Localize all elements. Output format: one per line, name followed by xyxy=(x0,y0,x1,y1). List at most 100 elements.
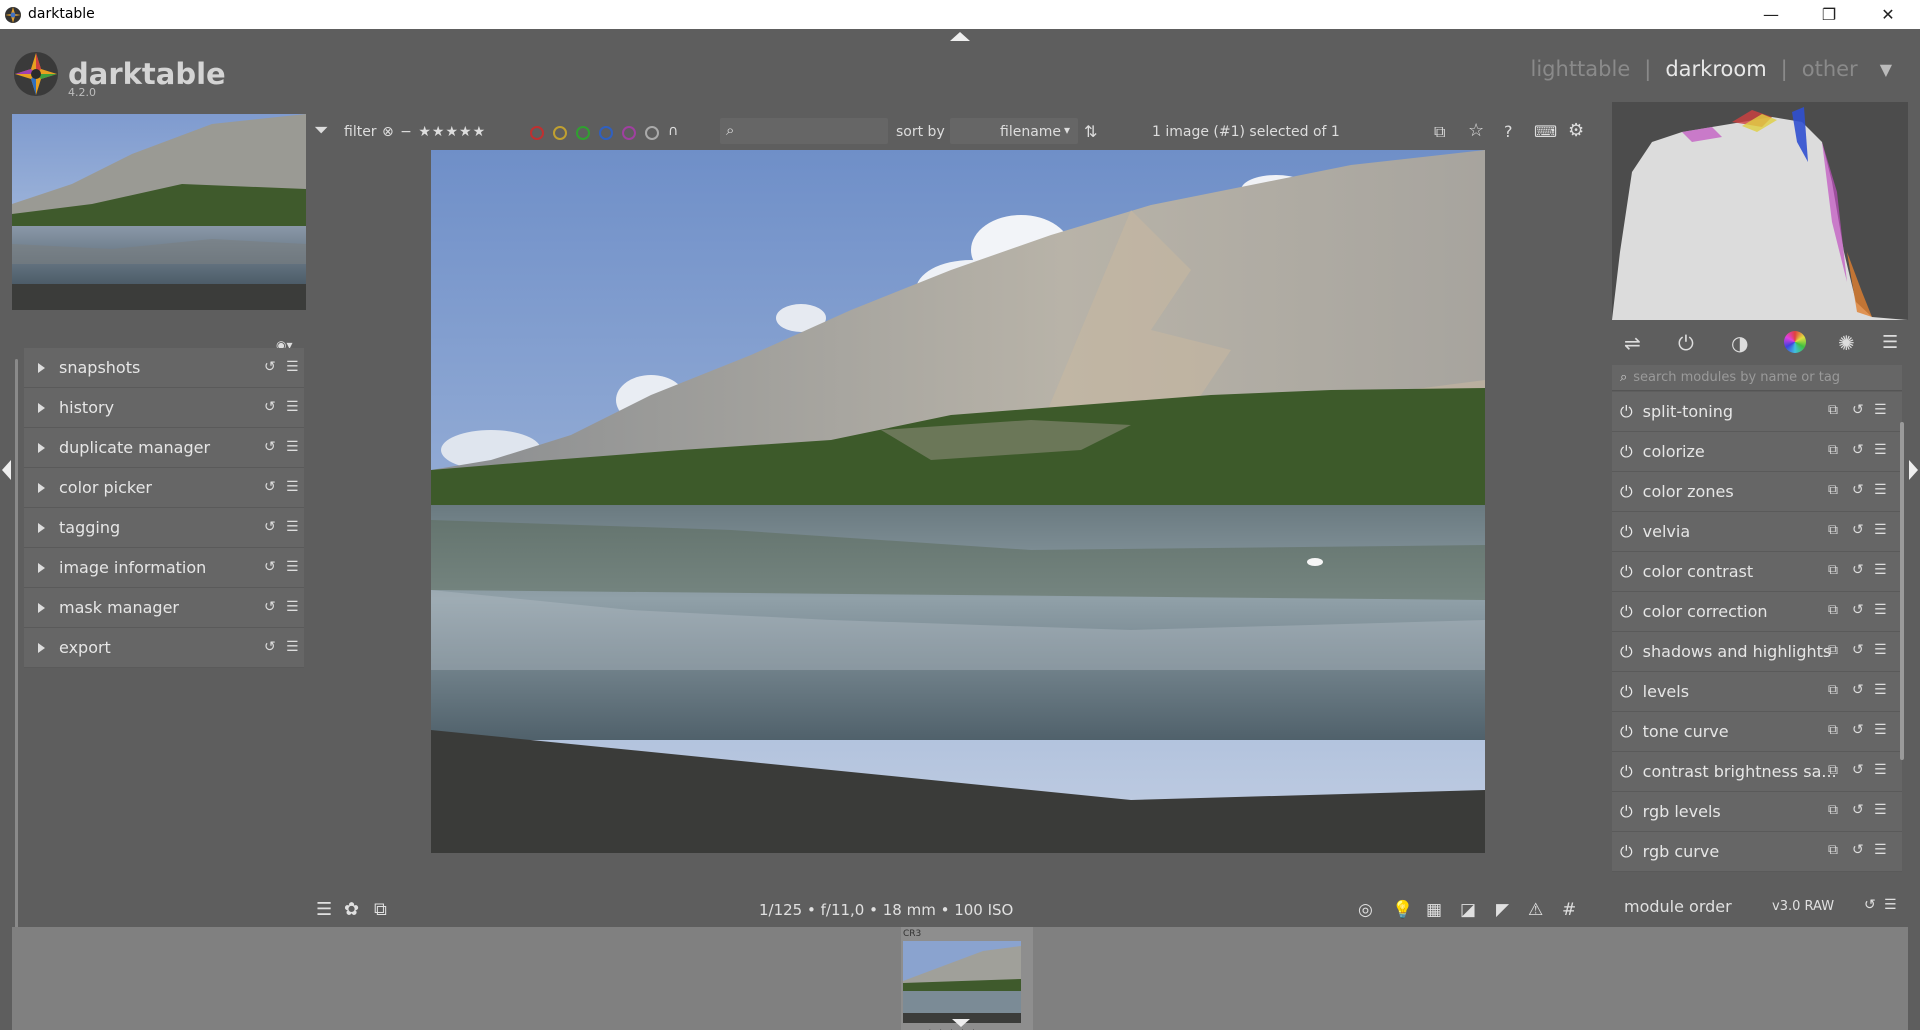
reset-icon[interactable]: ↺ xyxy=(1852,522,1864,538)
gamut-check-icon[interactable]: ⚠ xyxy=(1528,900,1543,920)
reset-icon[interactable]: ↺ xyxy=(1852,562,1864,578)
color-label-blue[interactable] xyxy=(599,126,613,140)
effect-group-icon[interactable]: ✺ xyxy=(1838,331,1855,355)
module-contrast-brightness-saturation[interactable]: ⏻ contrast brightness sa... ⧉ ↺ ☰ xyxy=(1612,752,1902,792)
collapse-left-arrow-icon[interactable] xyxy=(2,460,11,480)
module-shadows-and-highlights[interactable]: ⏻ shadows and highlights ⧉ ↺ ☰ xyxy=(1612,632,1902,672)
presets-menu-icon[interactable]: ☰ xyxy=(286,359,299,375)
presets-menu-icon[interactable]: ☰ xyxy=(1874,682,1887,698)
multi-instance-icon[interactable]: ⧉ xyxy=(1828,442,1838,458)
module-snapshots[interactable]: snapshots ↺ ☰ xyxy=(24,348,304,388)
reset-icon[interactable]: ↺ xyxy=(1852,762,1864,778)
reset-icon[interactable]: ↺ xyxy=(264,559,276,575)
module-duplicate-manager[interactable]: duplicate manager ↺ ☰ xyxy=(24,428,304,468)
presets-menu-icon[interactable]: ☰ xyxy=(286,399,299,415)
histogram[interactable] xyxy=(1612,102,1908,320)
color-label-gray[interactable] xyxy=(645,126,659,140)
color-group-icon[interactable] xyxy=(1784,331,1806,353)
color-label-red[interactable] xyxy=(530,126,544,140)
sort-order-icon[interactable]: ⇅ xyxy=(1084,122,1097,141)
presets-menu-icon[interactable]: ☰ xyxy=(1874,802,1887,818)
module-export[interactable]: export ↺ ☰ xyxy=(24,628,304,668)
reset-icon[interactable]: ↺ xyxy=(1852,802,1864,818)
filmstrip-thumbnail[interactable]: CR3 ⊗ ☆☆☆☆☆ xyxy=(901,927,1033,1030)
module-velvia[interactable]: ⏻ velvia ⧉ ↺ ☰ xyxy=(1612,512,1902,552)
presets-menu-icon[interactable]: ☰ xyxy=(1874,522,1887,538)
presets-menu-icon[interactable]: ☰ xyxy=(286,519,299,535)
views-dropdown-icon[interactable]: ▼ xyxy=(1880,60,1892,79)
reset-icon[interactable]: ↺ xyxy=(264,359,276,375)
text-search-input[interactable]: ⌕ xyxy=(720,118,888,144)
reset-icon[interactable]: ↺ xyxy=(1852,602,1864,618)
module-tone-curve[interactable]: ⏻ tone curve ⧉ ↺ ☰ xyxy=(1612,712,1902,752)
presets-menu-icon[interactable]: ☰ xyxy=(286,479,299,495)
base-group-icon[interactable]: ◑ xyxy=(1731,331,1748,355)
left-panel-scrollbar[interactable] xyxy=(15,359,18,929)
reset-icon[interactable]: ↺ xyxy=(264,639,276,655)
presets-menu-icon[interactable]: ☰ xyxy=(1874,642,1887,658)
power-icon[interactable]: ⏻ xyxy=(1620,482,1633,502)
multi-instance-icon[interactable]: ⧉ xyxy=(1828,402,1838,418)
presets-menu-icon[interactable]: ☰ xyxy=(1874,602,1887,618)
multi-instance-icon[interactable]: ⧉ xyxy=(1828,762,1838,778)
presets-menu-icon[interactable]: ☰ xyxy=(1874,762,1887,778)
multi-instance-icon[interactable]: ⧉ xyxy=(1828,842,1838,858)
reset-icon[interactable]: ↺ xyxy=(264,599,276,615)
reset-icon[interactable]: ↺ xyxy=(1864,897,1876,913)
preferences-gear-icon[interactable]: ⚙ xyxy=(1568,120,1584,141)
quick-access-styles-icon[interactable]: ✿ xyxy=(344,899,359,920)
power-icon[interactable]: ⏻ xyxy=(1620,842,1633,862)
presets-group-menu-icon[interactable]: ☰ xyxy=(1882,332,1898,353)
second-window-icon[interactable]: ⧉ xyxy=(374,899,387,920)
power-icon[interactable]: ⏻ xyxy=(1620,642,1633,662)
help-icon[interactable]: ? xyxy=(1504,122,1513,141)
multi-instance-icon[interactable]: ⧉ xyxy=(1828,642,1838,658)
clipping-indicator-icon[interactable]: ◪ xyxy=(1460,900,1476,920)
color-assessment-icon[interactable]: 💡 xyxy=(1392,900,1413,920)
module-tagging[interactable]: tagging ↺ ☰ xyxy=(24,508,304,548)
module-split-toning[interactable]: ⏻ split-toning ⧉ ↺ ☰ xyxy=(1612,392,1902,432)
reset-icon[interactable]: ↺ xyxy=(1852,842,1864,858)
close-button[interactable]: ✕ xyxy=(1866,0,1910,29)
reset-icon[interactable]: ↺ xyxy=(1852,642,1864,658)
multi-instance-icon[interactable]: ⧉ xyxy=(1828,722,1838,738)
reset-icon[interactable]: ↺ xyxy=(1852,402,1864,418)
presets-menu-icon[interactable]: ☰ xyxy=(286,639,299,655)
raw-overexposed-icon[interactable]: ▦ xyxy=(1426,900,1442,920)
focus-peaking-icon[interactable]: ◎ xyxy=(1358,900,1373,920)
presets-menu-icon[interactable]: ☰ xyxy=(286,439,299,455)
multi-instance-icon[interactable]: ⧉ xyxy=(1828,522,1838,538)
rating-filter[interactable]: ⊗ − ★★★★★ xyxy=(382,124,486,140)
module-color-picker[interactable]: color picker ↺ ☰ xyxy=(24,468,304,508)
color-label-operator-icon[interactable]: ∩ xyxy=(668,123,678,140)
module-color-contrast[interactable]: ⏻ color contrast ⧉ ↺ ☰ xyxy=(1612,552,1902,592)
multi-instance-icon[interactable]: ⧉ xyxy=(1828,562,1838,578)
module-mask-manager[interactable]: mask manager ↺ ☰ xyxy=(24,588,304,628)
presets-menu-icon[interactable]: ☰ xyxy=(286,559,299,575)
view-lighttable[interactable]: lighttable xyxy=(1531,57,1631,81)
reset-icon[interactable]: ↺ xyxy=(264,519,276,535)
module-history[interactable]: history ↺ ☰ xyxy=(24,388,304,428)
right-panel-scrollbar[interactable] xyxy=(1900,422,1904,760)
guides-grid-icon[interactable]: # xyxy=(1562,900,1576,920)
module-colorize[interactable]: ⏻ colorize ⧉ ↺ ☰ xyxy=(1612,432,1902,472)
presets-menu-icon[interactable]: ☰ xyxy=(1874,482,1887,498)
presets-menu-icon[interactable]: ☰ xyxy=(1874,402,1887,418)
module-rgb-curve[interactable]: ⏻ rgb curve ⧉ ↺ ☰ xyxy=(1612,832,1902,872)
quick-access-panel-icon[interactable]: ⇌ xyxy=(1624,331,1641,355)
collapse-bottom-arrow-icon[interactable] xyxy=(952,1019,970,1027)
reset-icon[interactable]: ↺ xyxy=(264,479,276,495)
power-icon[interactable]: ⏻ xyxy=(1620,402,1633,422)
multi-instance-icon[interactable]: ⧉ xyxy=(1828,682,1838,698)
power-icon[interactable]: ⏻ xyxy=(1620,722,1633,742)
reset-icon[interactable]: ↺ xyxy=(1852,682,1864,698)
power-icon[interactable]: ⏻ xyxy=(1620,522,1633,542)
reset-icon[interactable]: ↺ xyxy=(1852,482,1864,498)
multi-instance-icon[interactable]: ⧉ xyxy=(1828,802,1838,818)
navigation-thumbnail[interactable] xyxy=(12,114,306,310)
presets-menu-icon[interactable]: ☰ xyxy=(1874,562,1887,578)
quick-access-presets-icon[interactable]: ☰ xyxy=(316,899,332,920)
reset-icon[interactable]: ↺ xyxy=(1852,442,1864,458)
power-icon[interactable]: ⏻ xyxy=(1620,682,1633,702)
color-label-purple[interactable] xyxy=(622,126,636,140)
